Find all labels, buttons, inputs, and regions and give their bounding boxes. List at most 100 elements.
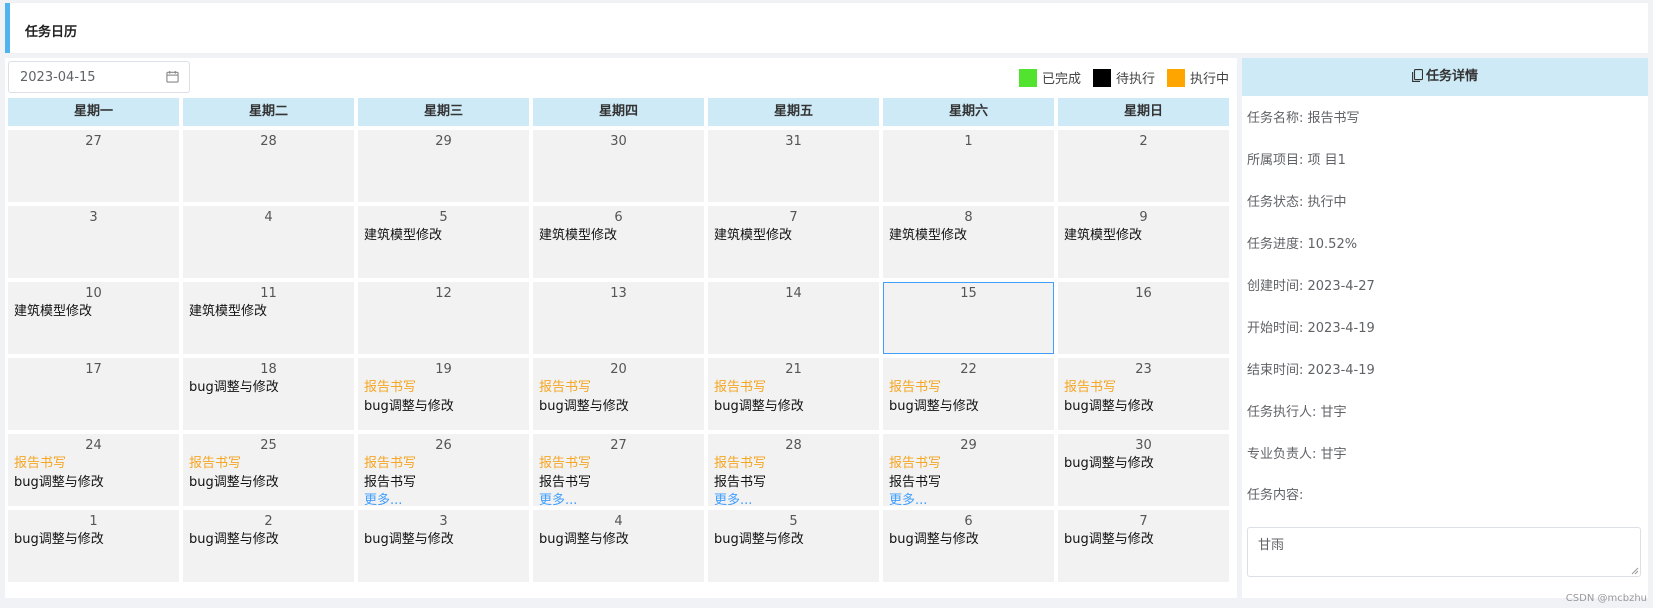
date-input[interactable] <box>9 62 159 92</box>
task-item[interactable]: bug调整与修改 <box>1064 530 1223 549</box>
task-item[interactable]: bug调整与修改 <box>889 530 1048 549</box>
calendar-day[interactable]: 14 <box>708 282 879 354</box>
calendar-day[interactable]: 30 bug调整与修改 <box>1058 434 1229 506</box>
calendar-day[interactable]: 29 报告书写 报告书写 更多... <box>883 434 1054 506</box>
calendar-day[interactable]: 28 <box>183 130 354 202</box>
task-item[interactable]: 报告书写 <box>364 473 523 492</box>
task-item[interactable]: 建筑模型修改 <box>364 226 523 245</box>
calendar-day[interactable]: 7 bug调整与修改 <box>1058 510 1229 582</box>
task-item[interactable]: 报告书写 <box>364 454 523 473</box>
calendar-day[interactable]: 19 报告书写 bug调整与修改 <box>358 358 529 430</box>
day-number: 8 <box>964 210 973 225</box>
task-item[interactable]: 报告书写 <box>889 454 1048 473</box>
calendar-day[interactable]: 26 报告书写 报告书写 更多... <box>358 434 529 506</box>
day-number: 1 <box>89 514 98 529</box>
more-link[interactable]: 更多... <box>714 492 873 505</box>
task-item[interactable]: 报告书写 <box>714 454 873 473</box>
task-item[interactable]: 报告书写 <box>714 473 873 492</box>
task-content-textarea[interactable]: 甘雨 <box>1247 527 1641 577</box>
task-item[interactable]: 报告书写 <box>14 454 173 473</box>
task-item[interactable]: 建筑模型修改 <box>1064 226 1223 245</box>
calendar-day[interactable]: 29 <box>358 130 529 202</box>
task-detail-header: 任务详情 <box>1242 58 1648 96</box>
calendar-day[interactable]: 6 建筑模型修改 <box>533 206 704 278</box>
task-executor-field: 任务执行人: 甘宇 <box>1247 405 1347 420</box>
task-item[interactable]: 建筑模型修改 <box>539 226 698 245</box>
calendar-day[interactable]: 5 建筑模型修改 <box>358 206 529 278</box>
calendar-day[interactable]: 27 报告书写 报告书写 更多... <box>533 434 704 506</box>
task-item[interactable]: 建筑模型修改 <box>189 302 348 321</box>
task-item[interactable]: bug调整与修改 <box>714 530 873 549</box>
calendar-icon[interactable] <box>166 70 179 83</box>
day-number: 11 <box>260 286 277 301</box>
more-link[interactable]: 更多... <box>539 492 698 505</box>
task-item[interactable]: bug调整与修改 <box>189 530 348 549</box>
calendar-day-selected[interactable]: 15 <box>883 282 1054 354</box>
task-item[interactable]: bug调整与修改 <box>539 397 698 416</box>
task-item[interactable]: 报告书写 <box>714 378 873 397</box>
task-item[interactable]: bug调整与修改 <box>14 473 173 492</box>
calendar-day[interactable]: 23 报告书写 bug调整与修改 <box>1058 358 1229 430</box>
task-item[interactable]: bug调整与修改 <box>1064 397 1223 416</box>
more-link[interactable]: 更多... <box>364 492 523 505</box>
task-item[interactable]: 报告书写 <box>189 454 348 473</box>
calendar-day[interactable]: 22 报告书写 bug调整与修改 <box>883 358 1054 430</box>
task-item[interactable]: bug调整与修改 <box>364 397 523 416</box>
task-item[interactable]: 报告书写 <box>364 378 523 397</box>
task-item[interactable]: bug调整与修改 <box>1064 454 1223 473</box>
task-item[interactable]: 建筑模型修改 <box>714 226 873 245</box>
calendar-day[interactable]: 9 建筑模型修改 <box>1058 206 1229 278</box>
calendar-day[interactable]: 3 bug调整与修改 <box>358 510 529 582</box>
legend-item: 执行中 <box>1166 68 1229 87</box>
more-link[interactable]: 更多... <box>889 492 1048 505</box>
task-item[interactable]: bug调整与修改 <box>14 530 173 549</box>
day-number: 17 <box>85 362 102 377</box>
calendar-day[interactable]: 21 报告书写 bug调整与修改 <box>708 358 879 430</box>
calendar-day[interactable]: 30 <box>533 130 704 202</box>
calendar-day[interactable]: 3 <box>8 206 179 278</box>
task-item[interactable]: 报告书写 <box>889 473 1048 492</box>
task-item[interactable]: bug调整与修改 <box>364 530 523 549</box>
calendar-day[interactable]: 1 bug调整与修改 <box>8 510 179 582</box>
legend-swatch <box>1092 68 1111 87</box>
task-item[interactable]: bug调整与修改 <box>889 397 1048 416</box>
calendar-day[interactable]: 1 <box>883 130 1054 202</box>
task-item[interactable]: 报告书写 <box>1064 378 1223 397</box>
calendar-day[interactable]: 24 报告书写 bug调整与修改 <box>8 434 179 506</box>
calendar-day[interactable]: 7 建筑模型修改 <box>708 206 879 278</box>
calendar-day[interactable]: 17 <box>8 358 179 430</box>
calendar-day[interactable]: 13 <box>533 282 704 354</box>
calendar-day[interactable]: 18 bug调整与修改 <box>183 358 354 430</box>
task-item[interactable]: 报告书写 <box>539 454 698 473</box>
calendar-day[interactable]: 6 bug调整与修改 <box>883 510 1054 582</box>
task-item[interactable]: bug调整与修改 <box>189 473 348 492</box>
calendar-day[interactable]: 10 建筑模型修改 <box>8 282 179 354</box>
calendar-day[interactable]: 16 <box>1058 282 1229 354</box>
calendar-day[interactable]: 2 <box>1058 130 1229 202</box>
calendar-day[interactable]: 27 <box>8 130 179 202</box>
task-item[interactable]: 报告书写 <box>889 378 1048 397</box>
day-number: 2 <box>264 514 273 529</box>
calendar-day[interactable]: 4 <box>183 206 354 278</box>
resize-handle-icon[interactable] <box>1631 567 1639 575</box>
calendar-day[interactable]: 8 建筑模型修改 <box>883 206 1054 278</box>
task-item[interactable]: 建筑模型修改 <box>889 226 1048 245</box>
task-item[interactable]: bug调整与修改 <box>539 530 698 549</box>
calendar-day[interactable]: 28 报告书写 报告书写 更多... <box>708 434 879 506</box>
calendar-day[interactable]: 25 报告书写 bug调整与修改 <box>183 434 354 506</box>
calendar-day[interactable]: 31 <box>708 130 879 202</box>
task-item[interactable]: 报告书写 <box>539 473 698 492</box>
calendar-day[interactable]: 12 <box>358 282 529 354</box>
day-number: 7 <box>789 210 798 225</box>
calendar-day[interactable]: 5 bug调整与修改 <box>708 510 879 582</box>
task-item[interactable]: bug调整与修改 <box>714 397 873 416</box>
day-number: 5 <box>439 210 448 225</box>
date-picker[interactable] <box>8 61 190 93</box>
calendar-day[interactable]: 4 bug调整与修改 <box>533 510 704 582</box>
task-item[interactable]: 报告书写 <box>539 378 698 397</box>
task-item[interactable]: bug调整与修改 <box>189 378 348 397</box>
task-item[interactable]: 建筑模型修改 <box>14 302 173 321</box>
calendar-day[interactable]: 20 报告书写 bug调整与修改 <box>533 358 704 430</box>
calendar-day[interactable]: 11 建筑模型修改 <box>183 282 354 354</box>
calendar-day[interactable]: 2 bug调整与修改 <box>183 510 354 582</box>
